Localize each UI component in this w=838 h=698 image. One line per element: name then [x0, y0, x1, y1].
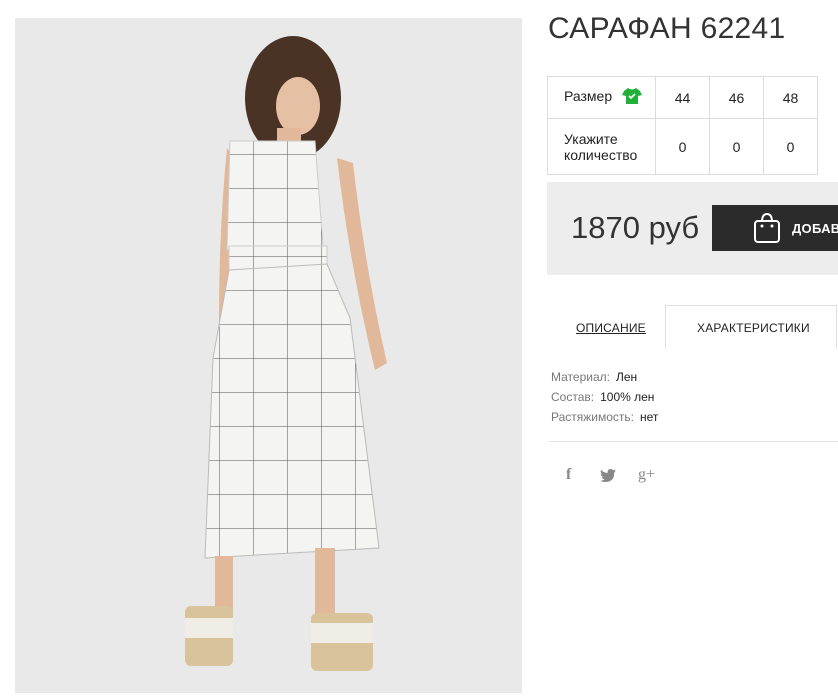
size-48[interactable]: 48 — [763, 76, 818, 119]
characteristic-value: Лен — [615, 370, 638, 384]
price: 1870 руб — [571, 210, 700, 245]
size-46[interactable]: 46 — [709, 76, 764, 119]
characteristic-row: Состав: 100% лен — [551, 387, 658, 407]
quantity-48[interactable]: 0 — [763, 118, 818, 175]
characteristic-value: нет — [640, 410, 659, 424]
size-44[interactable]: 44 — [655, 76, 710, 119]
characteristic-value: 100% лен — [600, 390, 655, 404]
quantity-row: Укажите количество 0 0 0 — [547, 118, 818, 175]
quantity-44[interactable]: 0 — [655, 118, 710, 175]
shirt-icon[interactable] — [622, 87, 643, 108]
characteristic-key: Растяжимость: — [551, 410, 635, 424]
quantity-label-line1: Укажите — [564, 130, 618, 147]
price-panel: 1870 руб ДОБАВИТЬ — [547, 182, 838, 275]
characteristic-key: Материал: — [551, 370, 610, 384]
divider — [549, 441, 838, 442]
size-table: Размер 44 46 48 Укажите количество 0 0 0 — [547, 76, 818, 175]
size-row: Размер 44 46 48 — [547, 76, 818, 119]
characteristic-row: Материал: Лен — [551, 367, 658, 387]
characteristics-list: Материал: Лен Состав: 100% лен Растяжимост… — [551, 367, 658, 427]
add-to-cart-label: ДОБАВИТЬ — [792, 221, 838, 236]
product-photo[interactable] — [15, 18, 522, 693]
google-plus-icon[interactable]: g+ — [638, 466, 655, 484]
product-tabs: ОПИСАНИЕ ХАРАКТЕРИСТИКИ — [548, 305, 838, 350]
twitter-icon[interactable] — [600, 469, 616, 486]
quantity-46[interactable]: 0 — [709, 118, 764, 175]
tab-characteristics[interactable]: ХАРАКТЕРИСТИКИ — [665, 305, 837, 349]
quantity-label-cell: Укажите количество — [547, 118, 656, 175]
tab-description[interactable]: ОПИСАНИЕ — [576, 321, 646, 365]
shopping-bag-icon — [753, 212, 781, 247]
facebook-icon[interactable]: f — [566, 466, 571, 484]
quantity-label-line2: количество — [564, 146, 638, 163]
product-title: САРАФАН 62241 — [548, 12, 786, 45]
size-label: Размер — [564, 88, 613, 105]
characteristic-row: Растяжимость: нет — [551, 407, 658, 427]
add-to-cart-button[interactable]: ДОБАВИТЬ — [712, 205, 838, 251]
size-label-cell[interactable]: Размер — [547, 76, 656, 119]
characteristic-key: Состав: — [551, 390, 595, 404]
tab-characteristics-label: ХАРАКТЕРИСТИКИ — [697, 321, 810, 335]
